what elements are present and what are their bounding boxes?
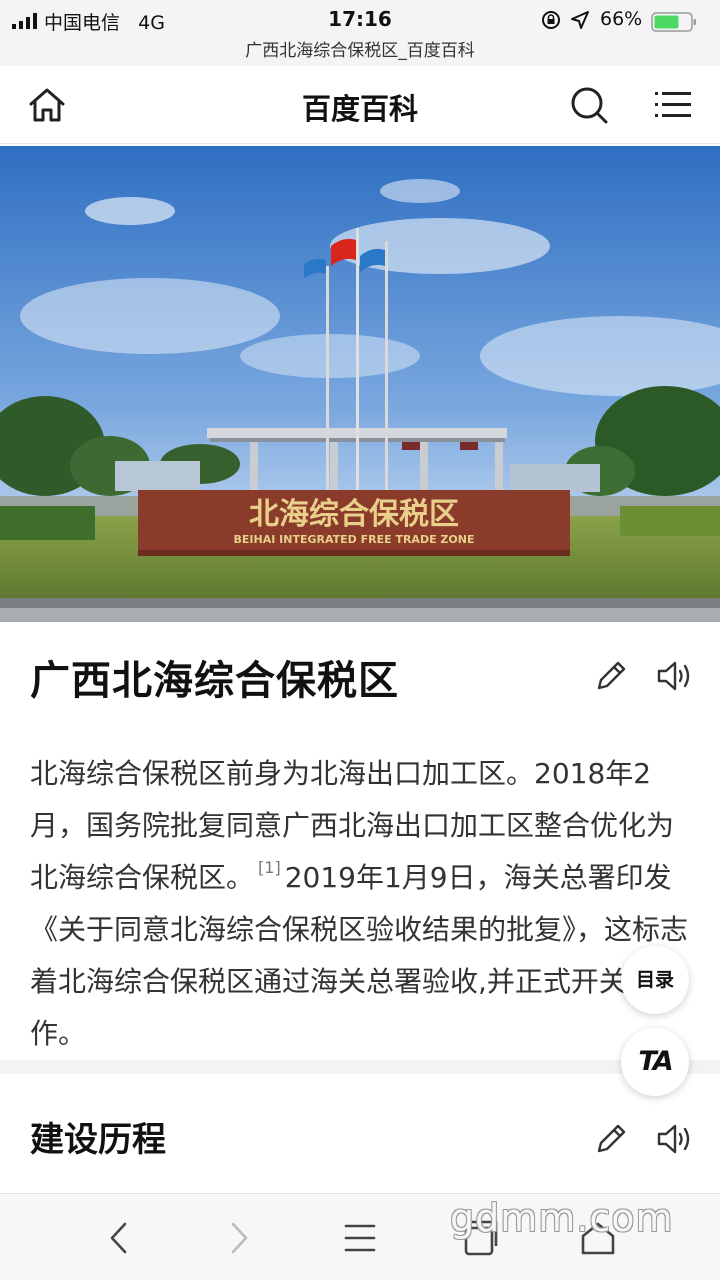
entry-title: 广西北海综合保税区 <box>30 658 399 704</box>
status-bar: 中国电信 4G 17:16 66% 广西北海综合保税区_百度百科 <box>0 0 720 66</box>
edit-pencil-icon[interactable] <box>593 658 629 694</box>
sign-english-text: BEIHAI INTEGRATED FREE TRADE ZONE <box>234 533 475 546</box>
section-edit-pencil-icon[interactable] <box>593 1121 629 1157</box>
page-url-title: 广西北海综合保税区_百度百科 <box>245 41 475 61</box>
search-icon[interactable] <box>568 84 610 126</box>
top-navbar: 百度百科 <box>0 66 720 144</box>
menu-icon[interactable] <box>652 84 694 126</box>
hero-photo: 北海综合保税区 BEIHAI INTEGRATED FREE TRADE ZON… <box>0 146 720 622</box>
forward-arrow-icon[interactable] <box>218 1218 258 1258</box>
back-arrow-icon[interactable] <box>100 1218 140 1258</box>
toc-button[interactable]: 目录 <box>621 946 689 1014</box>
hero-image[interactable]: 北海综合保税区 BEIHAI INTEGRATED FREE TRADE ZON… <box>0 146 720 622</box>
battery-percent: 66% <box>600 8 643 30</box>
site-title[interactable]: 百度百科 <box>0 86 720 128</box>
ta-label: TA <box>638 1046 673 1077</box>
entry-summary: 北海综合保税区前身为北海出口加工区。2018年2月，国务院批复同意广西北海出口加… <box>30 748 695 1060</box>
section-speaker-icon[interactable] <box>655 1119 695 1159</box>
ta-button[interactable]: TA <box>621 1028 689 1096</box>
speaker-icon[interactable] <box>655 656 695 696</box>
location-arrow-icon <box>571 11 589 29</box>
toc-label: 目录 <box>635 969 674 991</box>
browser-menu-icon[interactable] <box>340 1218 380 1258</box>
section-title: 建设历程 <box>30 1120 166 1160</box>
rotation-lock-icon <box>542 11 560 29</box>
sign-chinese-text: 北海综合保税区 <box>249 497 459 532</box>
site-watermark: gdmm.com <box>450 1196 674 1240</box>
battery-icon <box>651 12 696 32</box>
section-divider <box>0 1060 720 1074</box>
citation-link[interactable]: [1] <box>258 858 281 877</box>
